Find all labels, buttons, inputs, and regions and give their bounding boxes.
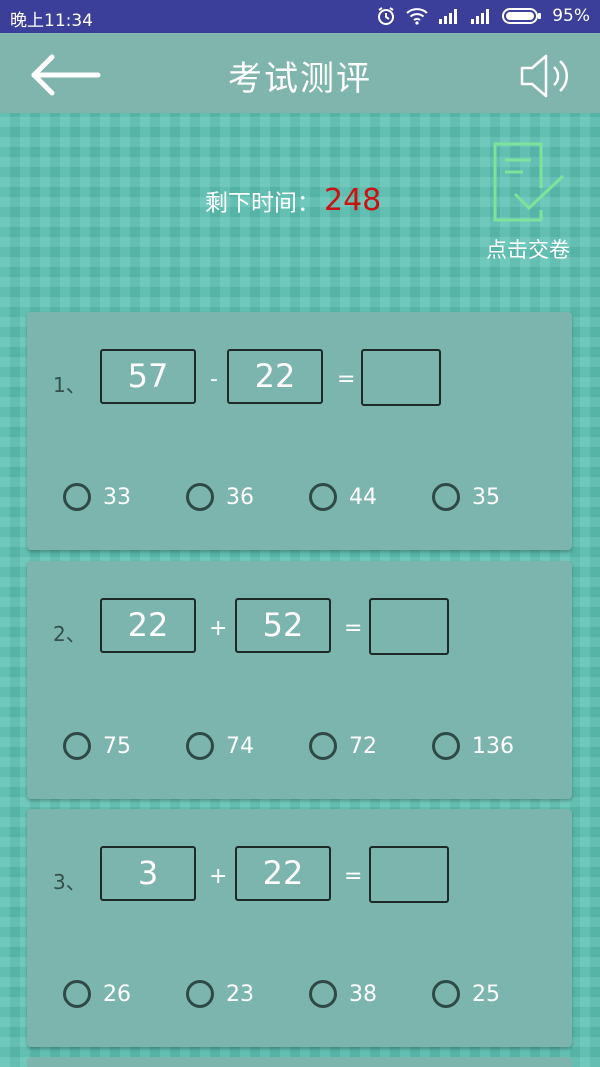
checklist-icon [489,142,567,228]
option-label: 35 [472,484,500,510]
operand-b: 22 [235,846,331,901]
radio-button[interactable] [309,483,337,511]
wifi-icon [406,7,428,25]
operand-a: 22 [100,598,196,653]
question-number: 1、 [53,373,86,397]
operator: + [209,864,228,889]
answer-option[interactable]: 44 [309,480,377,514]
submit-label: 点击交卷 [486,238,570,262]
question-number: 2、 [53,622,86,646]
equals-sign: = [344,616,363,641]
radio-button[interactable] [309,980,337,1008]
answer-option[interactable]: 75 [63,729,131,763]
answer-option[interactable]: 26 [63,977,131,1011]
answer-option[interactable]: 33 [63,480,131,514]
sound-button[interactable] [518,51,578,101]
operand-a: 3 [100,846,196,901]
question-card: 3、 3 + 22 = 26 23 38 25 [27,809,572,1047]
option-label: 26 [103,981,131,1007]
option-label: 72 [349,733,377,759]
app-bar: 考试测评 [0,33,600,113]
alarm-icon [376,6,396,26]
operand-b: 52 [235,598,331,653]
question-card-partial [27,1057,572,1067]
answer-option[interactable]: 38 [309,977,377,1011]
answer-option[interactable]: 74 [186,729,254,763]
speaker-icon [518,54,576,105]
option-label: 74 [226,733,254,759]
answer-option[interactable]: 136 [432,729,514,763]
answer-option[interactable]: 36 [186,480,254,514]
question-card: 1、 57 - 22 = 33 36 44 35 [27,312,572,550]
operand-a: 57 [100,349,196,404]
signal-icon [438,8,460,24]
option-label: 136 [472,733,514,759]
option-label: 23 [226,981,254,1007]
radio-button[interactable] [186,980,214,1008]
equals-sign: = [344,864,363,889]
option-label: 36 [226,484,254,510]
timer-value: 248 [324,183,382,218]
status-bar: 晚上11:34 95% [0,0,600,33]
radio-button[interactable] [432,483,460,511]
radio-button[interactable] [63,732,91,760]
radio-button[interactable] [432,732,460,760]
option-label: 33 [103,484,131,510]
radio-button[interactable] [186,483,214,511]
answer-box [369,846,449,903]
operator: - [210,367,218,392]
timer-label: 剩下时间： [205,190,320,217]
status-icons: 95% [376,6,590,26]
operand-b: 22 [227,349,323,404]
submit-exam-button[interactable]: 点击交卷 [478,140,578,262]
answer-option[interactable]: 35 [432,480,500,514]
answer-option[interactable]: 23 [186,977,254,1011]
answer-option[interactable]: 72 [309,729,377,763]
radio-button[interactable] [63,483,91,511]
answer-box [369,598,449,655]
option-label: 25 [472,981,500,1007]
radio-button[interactable] [186,732,214,760]
radio-button[interactable] [432,980,460,1008]
option-label: 75 [103,733,131,759]
equals-sign: = [337,367,356,392]
countdown-timer: 剩下时间： 248 [205,183,381,218]
question-number: 3、 [53,870,86,894]
page-title: 考试测评 [228,59,372,99]
signal-icon [470,8,492,24]
answer-option[interactable]: 25 [432,977,500,1011]
radio-button[interactable] [309,732,337,760]
answer-box [361,349,441,406]
status-time: 晚上11:34 [10,11,93,31]
battery-icon [502,7,542,25]
radio-button[interactable] [63,980,91,1008]
battery-percent: 95% [552,6,590,26]
operator: + [209,616,228,641]
option-label: 38 [349,981,377,1007]
question-card: 2、 22 + 52 = 75 74 72 136 [27,561,572,799]
option-label: 44 [349,484,377,510]
